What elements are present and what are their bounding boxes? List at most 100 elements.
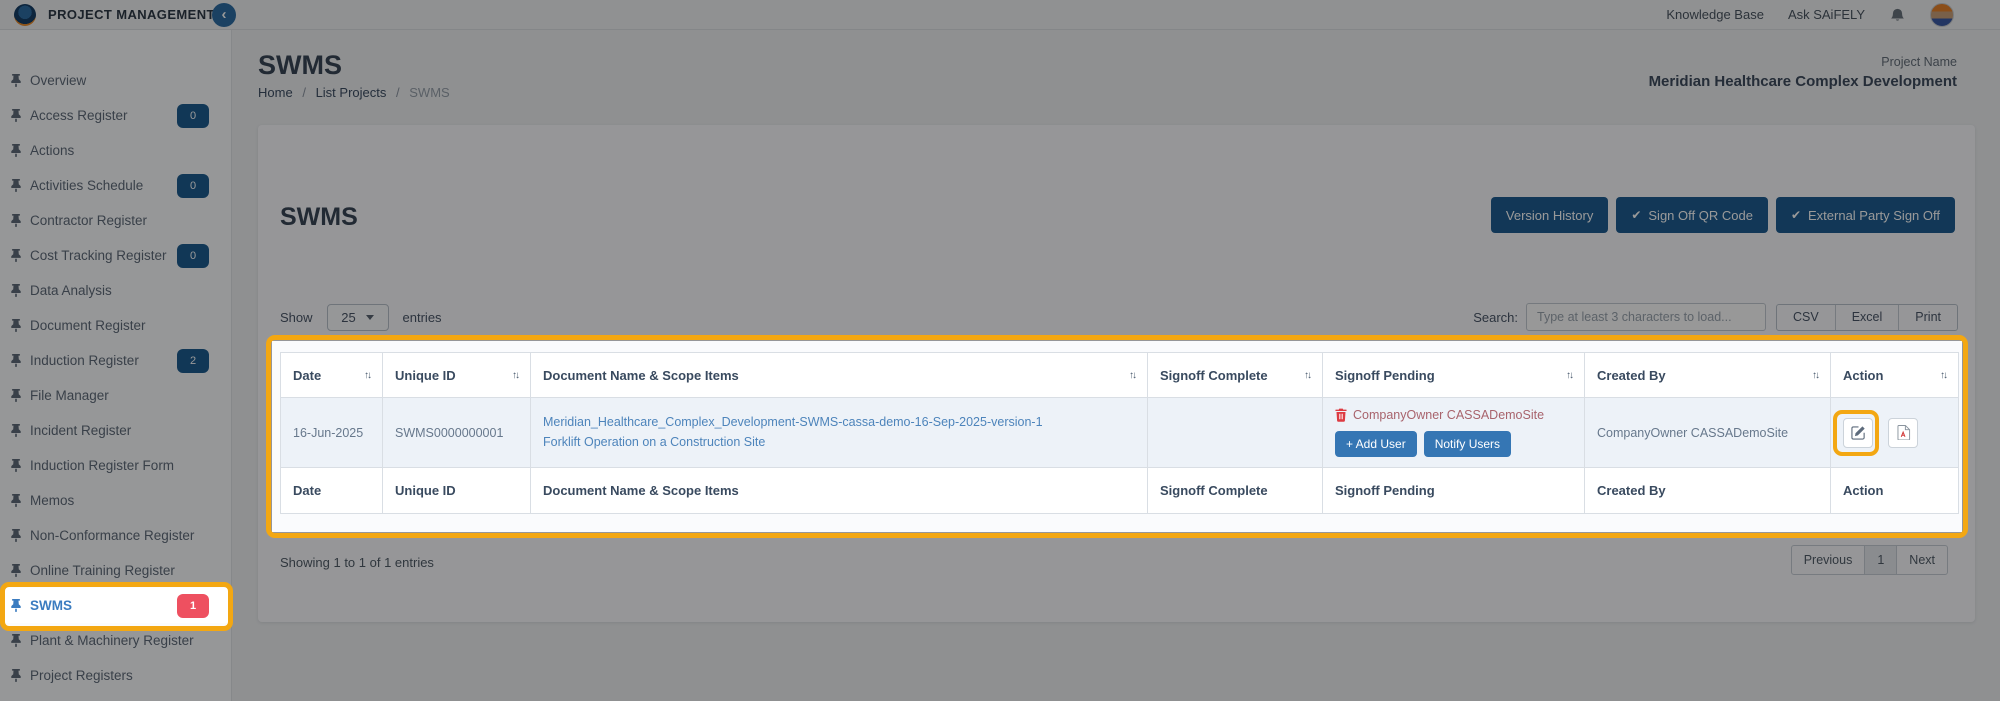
add-user-button[interactable]: + Add User bbox=[1335, 431, 1417, 457]
sidebar-collapse-button[interactable]: ‹ bbox=[212, 3, 236, 27]
sort-icon[interactable]: ↑↓ bbox=[364, 370, 372, 381]
notify-users-button[interactable]: Notify Users bbox=[1423, 431, 1512, 457]
sort-icon[interactable]: ↑↓ bbox=[1566, 370, 1574, 381]
footer-column-header-created-by: Created By bbox=[1584, 467, 1831, 514]
column-header-created-by[interactable]: Created By ↑↓ bbox=[1584, 352, 1831, 398]
knowledge-base-link[interactable]: Knowledge Base bbox=[1666, 7, 1764, 22]
pagination-page-1[interactable]: 1 bbox=[1864, 546, 1898, 574]
footer-column-header-document-name-scope-items: Document Name & Scope Items bbox=[530, 467, 1148, 514]
show-label: Show bbox=[280, 309, 313, 325]
sidebar-item-access-register[interactable]: Access Register 0 bbox=[0, 98, 231, 133]
sidebar-item-contractor-register[interactable]: Contractor Register bbox=[0, 203, 231, 238]
sidebar-item-plant-machinery-register[interactable]: Plant & Machinery Register bbox=[0, 623, 231, 658]
sidebar-item-label: Non-Conformance Register bbox=[30, 528, 195, 543]
sign-off-qr-code-button[interactable]: ✔ Sign Off QR Code bbox=[1616, 197, 1768, 233]
swms-table-wrap: Date ↑↓ Unique ID ↑↓ Document Name & Scope I… bbox=[280, 352, 1959, 514]
cell-signoff-complete bbox=[1147, 397, 1323, 468]
column-label: Signoff Pending bbox=[1335, 367, 1435, 383]
export-print-button[interactable]: Print bbox=[1898, 304, 1957, 330]
sort-icon[interactable]: ↑↓ bbox=[1940, 370, 1948, 381]
column-header-signoff-complete[interactable]: Signoff Complete ↑↓ bbox=[1147, 352, 1323, 398]
sidebar-item-online-training-register[interactable]: Online Training Register bbox=[0, 553, 231, 588]
cell-action bbox=[1830, 397, 1959, 468]
sidebar-item-project-registers[interactable]: Project Registers bbox=[0, 658, 231, 693]
user-avatar[interactable] bbox=[1930, 2, 1954, 27]
swms-table: Date ↑↓ Unique ID ↑↓ Document Name & Scope I… bbox=[280, 352, 1959, 514]
external-party-sign-off-button[interactable]: ✔ External Party Sign Off bbox=[1775, 197, 1955, 233]
sidebar-item-induction-register[interactable]: Induction Register 2 bbox=[0, 343, 231, 378]
breadcrumb-separator: / bbox=[396, 85, 400, 100]
card-heading: SWMS bbox=[280, 203, 358, 231]
app-title: PROJECT MANAGEMENT bbox=[48, 7, 215, 22]
breadcrumb-list-projects[interactable]: List Projects bbox=[316, 85, 387, 100]
sort-icon[interactable]: ↑↓ bbox=[512, 370, 520, 381]
sidebar-item-label: Document Register bbox=[30, 318, 146, 333]
cell-signoff-pending: CompanyOwner CASSADemoSite + Add User No… bbox=[1322, 397, 1585, 468]
edit-pencil-icon bbox=[1850, 426, 1865, 440]
sidebar-item-non-conformance-register[interactable]: Non-Conformance Register bbox=[0, 518, 231, 553]
pagination-next[interactable]: Next bbox=[1897, 546, 1947, 574]
column-header-signoff-pending[interactable]: Signoff Pending ↑↓ bbox=[1322, 352, 1585, 398]
sidebar-badge: 0 bbox=[177, 173, 209, 198]
sidebar-item-label: Actions bbox=[30, 143, 75, 158]
version-history-button[interactable]: Version History bbox=[1490, 197, 1609, 233]
sidebar-item-label: Online Training Register bbox=[30, 563, 175, 578]
column-header-document-name-scope-items[interactable]: Document Name & Scope Items ↑↓ bbox=[530, 352, 1148, 398]
sidebar-item-label: Project Registers bbox=[30, 668, 133, 683]
notifications-bell-icon[interactable] bbox=[1889, 7, 1906, 23]
sort-icon[interactable]: ↑↓ bbox=[1129, 370, 1137, 381]
export-csv-button[interactable]: CSV bbox=[1777, 305, 1835, 330]
footer-column-header-unique-id: Unique ID bbox=[382, 467, 531, 514]
search-input[interactable] bbox=[1526, 303, 1767, 331]
cell-unique-id: SWMS0000000001 bbox=[382, 397, 531, 468]
pin-icon bbox=[11, 249, 21, 262]
export-button-group: CSV Excel Print bbox=[1776, 303, 1958, 331]
column-header-unique-id[interactable]: Unique ID ↑↓ bbox=[382, 352, 531, 398]
pagination-previous[interactable]: Previous bbox=[1792, 546, 1865, 574]
edit-button[interactable] bbox=[1843, 417, 1873, 448]
pdf-download-button[interactable] bbox=[1888, 417, 1919, 448]
sidebar-item-incident-register[interactable]: Incident Register bbox=[0, 413, 231, 448]
pin-icon bbox=[11, 109, 21, 122]
entries-per-page-value: 25 bbox=[341, 309, 356, 325]
sidebar-item-overview[interactable]: Overview bbox=[0, 63, 231, 98]
pin-icon bbox=[11, 389, 21, 402]
sidebar-item-activities-schedule[interactable]: Activities Schedule 0 bbox=[0, 168, 231, 203]
pin-icon bbox=[11, 319, 21, 332]
sidebar-item-data-analysis[interactable]: Data Analysis bbox=[0, 273, 231, 308]
swms-card: SWMS Version History ✔ Sign Off QR Code … bbox=[258, 125, 1975, 622]
trash-icon[interactable] bbox=[1335, 408, 1347, 422]
export-excel-button[interactable]: Excel bbox=[1834, 304, 1899, 330]
pin-icon bbox=[11, 179, 21, 192]
sort-icon[interactable]: ↑↓ bbox=[1304, 370, 1312, 381]
footer-column-header-signoff-pending: Signoff Pending bbox=[1322, 467, 1585, 514]
sidebar-item-cost-tracking-register[interactable]: Cost Tracking Register 0 bbox=[0, 238, 231, 273]
entries-per-page-select[interactable]: 25 bbox=[326, 303, 389, 331]
breadcrumb-current: SWMS bbox=[409, 85, 450, 100]
ask-saifely-link[interactable]: Ask SAiFELY bbox=[1788, 7, 1865, 22]
pin-icon bbox=[11, 354, 21, 367]
sidebar-item-swms[interactable]: SWMS 1 bbox=[0, 588, 231, 623]
column-label: Date bbox=[293, 367, 322, 383]
button-label: Version History bbox=[1505, 207, 1594, 223]
column-label: Document Name & Scope Items bbox=[543, 367, 739, 383]
sort-icon[interactable]: ↑↓ bbox=[1812, 370, 1820, 381]
sidebar-badge: 0 bbox=[177, 243, 209, 268]
search-label: Search: bbox=[1473, 309, 1519, 325]
breadcrumb-home[interactable]: Home bbox=[258, 85, 293, 100]
sidebar-item-memos[interactable]: Memos bbox=[0, 483, 231, 518]
main-content: SWMS Home / List Projects / SWMS Project… bbox=[232, 30, 2000, 701]
sidebar-badge: 2 bbox=[177, 348, 209, 373]
column-label: Signoff Complete bbox=[1160, 367, 1268, 383]
column-header-action[interactable]: Action ↑↓ bbox=[1830, 352, 1959, 398]
sidebar-item-label: Overview bbox=[30, 73, 87, 88]
document-scope-link[interactable]: Forklift Operation on a Construction Sit… bbox=[543, 433, 1135, 452]
sidebar-item-document-register[interactable]: Document Register bbox=[0, 308, 231, 343]
sidebar-item-file-manager[interactable]: File Manager bbox=[0, 378, 231, 413]
sidebar-item-label: Induction Register bbox=[30, 353, 139, 368]
footer-column-header-date: Date bbox=[280, 467, 383, 514]
sidebar-item-induction-register-form[interactable]: Induction Register Form bbox=[0, 448, 231, 483]
document-name-link[interactable]: Meridian_Healthcare_Complex_Development-… bbox=[543, 413, 1135, 432]
sidebar-item-actions[interactable]: Actions bbox=[0, 133, 231, 168]
column-header-date[interactable]: Date ↑↓ bbox=[280, 352, 383, 398]
